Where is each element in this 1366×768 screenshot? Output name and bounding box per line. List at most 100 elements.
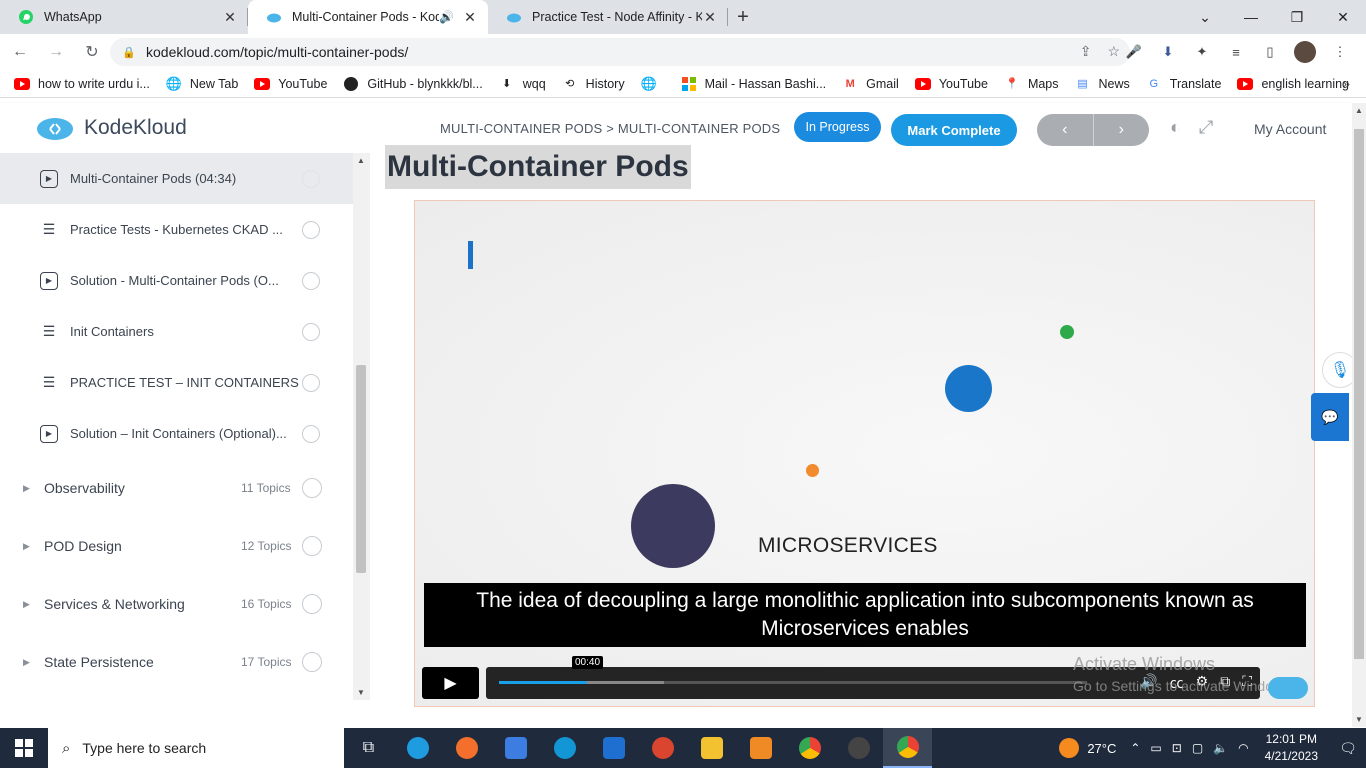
mail-icon[interactable]	[589, 728, 638, 768]
bookmark-item[interactable]: ⟲ History	[562, 76, 625, 92]
bookmark-item[interactable]: ▤ News	[1075, 76, 1129, 92]
mic-extension-icon[interactable]: 🎤	[1124, 42, 1144, 62]
network-icon[interactable]: ⊡	[1172, 741, 1182, 755]
reload-icon[interactable]: ↻	[76, 36, 108, 68]
completion-circle-icon[interactable]	[302, 652, 322, 672]
chat-icon[interactable]: 💬	[1311, 393, 1349, 441]
scroll-thumb[interactable]	[356, 365, 366, 573]
chrome-active-icon[interactable]	[883, 728, 932, 768]
store-icon[interactable]	[491, 728, 540, 768]
game-icon[interactable]	[638, 728, 687, 768]
chrome-icon[interactable]	[785, 728, 834, 768]
my-account-link[interactable]: My Account	[1254, 121, 1326, 137]
sidebar-scrollbar[interactable]: ▲ ▼	[353, 153, 370, 700]
video-player[interactable]: MICROSERVICES The idea of decoupling a l…	[414, 200, 1315, 707]
completion-circle-icon[interactable]	[302, 425, 320, 443]
lesson-item[interactable]: ☰ Practice Tests - Kubernetes CKAD ...	[0, 204, 353, 255]
kodekloud-logo[interactable]: KodeKloud	[36, 115, 187, 141]
chevron-up-icon[interactable]: ⌃	[1130, 741, 1140, 755]
topic-item[interactable]: ▶ Services & Networking 16 Topics	[0, 575, 353, 633]
tab-multi-container-pods[interactable]: Multi-Container Pods - Kodekloud 🔊 ✕	[248, 0, 488, 34]
bookmark-item[interactable]: GitHub - blynkkk/bl...	[343, 76, 483, 92]
bookmark-item[interactable]: 📍 Maps	[1004, 76, 1058, 92]
next-lesson-button[interactable]: ›	[1094, 114, 1150, 146]
caret-right-icon[interactable]: ▶	[23, 541, 30, 552]
lesson-item[interactable]: ▶ Solution - Multi-Container Pods (O...	[0, 255, 353, 306]
settings-app-icon[interactable]	[736, 728, 785, 768]
close-tab-icon[interactable]: ✕	[702, 9, 718, 25]
back-icon[interactable]: ←	[4, 36, 36, 68]
side-panel-icon[interactable]: ▯	[1260, 42, 1280, 62]
scroll-up-icon[interactable]: ▲	[357, 156, 365, 165]
tab-whatsapp[interactable]: WhatsApp ✕	[0, 0, 248, 34]
lesson-item[interactable]: ▶ Multi-Container Pods (04:34)	[0, 153, 353, 204]
more-bookmarks-icon[interactable]: »	[1343, 76, 1350, 91]
scroll-thumb[interactable]	[1354, 129, 1364, 659]
completion-circle-icon[interactable]	[302, 323, 320, 341]
media-control-icon[interactable]: ≡	[1226, 42, 1246, 62]
progress-track[interactable]	[499, 681, 1087, 684]
scroll-up-icon[interactable]: ▲	[1355, 106, 1363, 115]
completion-circle-icon[interactable]	[302, 272, 320, 290]
new-tab-icon[interactable]: +	[728, 0, 758, 34]
bookmark-item[interactable]: ⬇ wqq	[499, 76, 546, 92]
page-scrollbar[interactable]: ▲ ▼	[1352, 103, 1366, 727]
bookmark-item[interactable]: YouTube	[254, 76, 327, 92]
topic-item[interactable]: ▶ State Persistence 17 Topics	[0, 633, 353, 691]
status-badge[interactable]: In Progress	[794, 112, 881, 142]
bookmark-item[interactable]: M Gmail	[842, 76, 899, 92]
volume-tray-icon[interactable]: 🔈	[1213, 741, 1228, 755]
bookmark-star-icon[interactable]: ☆	[1107, 43, 1120, 60]
mark-complete-button[interactable]: Mark Complete	[891, 114, 1017, 146]
chevron-down-icon[interactable]: ⌄	[1182, 0, 1228, 34]
weather-widget[interactable]: 27°C	[1059, 738, 1116, 758]
caret-right-icon[interactable]: ▶	[23, 483, 30, 494]
completion-circle-icon[interactable]	[302, 536, 322, 556]
task-view-icon[interactable]: ⧉	[344, 728, 393, 768]
lock-icon[interactable]: 🔒	[122, 46, 136, 59]
caret-right-icon[interactable]: ▶	[23, 599, 30, 610]
completion-circle-icon[interactable]	[302, 170, 320, 188]
dark-mode-icon[interactable]: ◐	[1170, 117, 1181, 138]
avatar[interactable]	[1294, 41, 1316, 63]
topic-item[interactable]: ▶ Observability 11 Topics	[0, 459, 353, 517]
clock[interactable]: 12:01 PM 4/21/2023	[1265, 731, 1318, 765]
close-icon[interactable]: ✕	[1320, 0, 1366, 34]
scroll-down-icon[interactable]: ▼	[1355, 715, 1363, 724]
completion-circle-icon[interactable]	[302, 374, 320, 392]
caret-right-icon[interactable]: ▶	[23, 657, 30, 668]
notification-icon[interactable]: 🗨	[1330, 740, 1366, 757]
scroll-down-icon[interactable]: ▼	[357, 688, 365, 697]
puzzle-icon[interactable]: ✦	[1192, 42, 1212, 62]
display-icon[interactable]: ▢	[1192, 741, 1203, 755]
bookmark-item[interactable]: Mail - Hassan Bashi...	[681, 76, 826, 92]
share-icon[interactable]: ⇪	[1080, 43, 1092, 60]
bookmark-item[interactable]: how to write urdu i...	[14, 76, 150, 92]
camera-icon[interactable]	[834, 728, 883, 768]
bookmark-item[interactable]: YouTube	[914, 76, 988, 92]
wifi-icon[interactable]: ◠	[1238, 741, 1248, 755]
windows-start-icon[interactable]	[0, 728, 48, 768]
address-bar[interactable]: 🔒 kodekloud.com/topic/multi-container-po…	[110, 38, 1130, 66]
battery-icon[interactable]: ▭	[1150, 741, 1161, 755]
breadcrumb[interactable]: MULTI-CONTAINER PODS > MULTI-CONTAINER P…	[440, 121, 780, 136]
close-tab-icon[interactable]: ✕	[462, 9, 478, 25]
topic-item[interactable]: ▶ POD Design 12 Topics	[0, 517, 353, 575]
close-tab-icon[interactable]: ✕	[222, 9, 238, 25]
speaker-icon[interactable]: 🔊	[439, 10, 454, 24]
fullscreen-icon[interactable]: ⤢	[1199, 117, 1213, 138]
bookmark-item[interactable]: G Translate	[1146, 76, 1222, 92]
edge-icon[interactable]	[393, 728, 442, 768]
menu-icon[interactable]: ⋮	[1330, 42, 1350, 62]
forward-icon[interactable]: →	[40, 36, 72, 68]
completion-circle-icon[interactable]	[302, 478, 322, 498]
lesson-item[interactable]: ▶ Solution – Init Containers (Optional)..…	[0, 408, 353, 459]
skype-icon[interactable]	[540, 728, 589, 768]
bookmark-item[interactable]: english learning	[1237, 76, 1349, 92]
lesson-item[interactable]: ☰ Init Containers	[0, 306, 353, 357]
firefox-icon[interactable]	[442, 728, 491, 768]
completion-circle-icon[interactable]	[302, 221, 320, 239]
lesson-item[interactable]: ☰ PRACTICE TEST – INIT CONTAINERS	[0, 357, 353, 408]
file-explorer-icon[interactable]	[687, 728, 736, 768]
minimize-icon[interactable]: —	[1228, 0, 1274, 34]
